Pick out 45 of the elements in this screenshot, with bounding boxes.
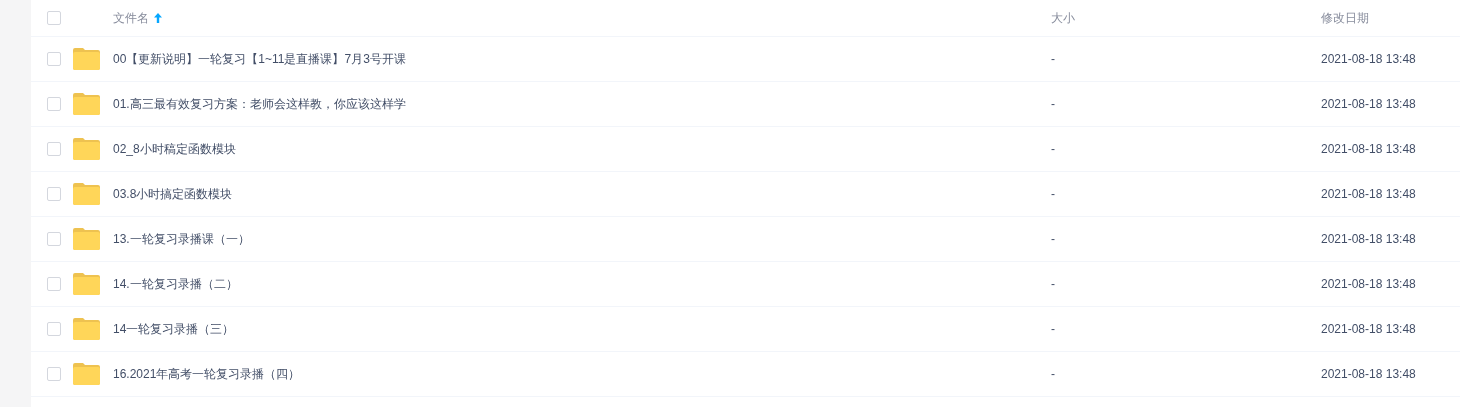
file-name[interactable]: 03.8小时搞定函数模块 [113,187,233,201]
folder-icon [73,228,100,250]
modified-date: 2021-08-18 13:48 [1321,232,1416,246]
file-name[interactable]: 13.一轮复习录播课（一） [113,232,250,246]
checkbox[interactable] [47,187,61,201]
modified-date: 2021-08-18 13:48 [1321,322,1416,336]
folder-icon [73,363,100,385]
file-name[interactable]: 16.2021年高考一轮复习录播（四） [113,367,301,381]
folder-icon [73,183,100,205]
file-name[interactable]: 00【更新说明】一轮复习【1~11是直播课】7月3号开课 [113,52,406,66]
checkbox[interactable] [47,367,61,381]
file-name[interactable]: 14.一轮复习录播（二） [113,277,238,291]
folder-icon [73,93,100,115]
file-size: - [1051,277,1055,291]
checkbox[interactable] [47,97,61,111]
modified-date: 2021-08-18 13:48 [1321,97,1416,111]
modified-date: 2021-08-18 13:48 [1321,277,1416,291]
checkbox[interactable] [47,52,61,66]
file-size: - [1051,187,1055,201]
file-size: - [1051,52,1055,66]
file-size: - [1051,232,1055,246]
file-name[interactable]: 02_8小时稿定函数模块 [113,142,236,156]
checkbox[interactable] [47,142,61,156]
checkbox[interactable] [47,11,61,25]
folder-icon [73,48,100,70]
sort-arrow-icon [154,13,162,23]
column-header[interactable]: 修改日期 [1321,9,1369,27]
column-header[interactable]: 大小 [1051,9,1075,27]
folder-icon [73,318,100,340]
folder-icon [73,273,100,295]
file-size: - [1051,322,1055,336]
folder-icon [73,138,100,160]
checkbox[interactable] [47,232,61,246]
column-header[interactable]: 文件名 [113,9,162,27]
modified-date: 2021-08-18 13:48 [1321,142,1416,156]
file-size: - [1051,97,1055,111]
checkbox[interactable] [47,322,61,336]
file-name[interactable]: 14一轮复习录播（三） [113,322,235,336]
modified-date: 2021-08-18 13:48 [1321,367,1416,381]
file-size: - [1051,367,1055,381]
file-size: - [1051,142,1055,156]
modified-date: 2021-08-18 13:48 [1321,187,1416,201]
checkbox[interactable] [47,277,61,291]
modified-date: 2021-08-18 13:48 [1321,52,1416,66]
file-name[interactable]: 01.高三最有效复习方案：老师会这样教，你应该这样学 [113,97,406,111]
